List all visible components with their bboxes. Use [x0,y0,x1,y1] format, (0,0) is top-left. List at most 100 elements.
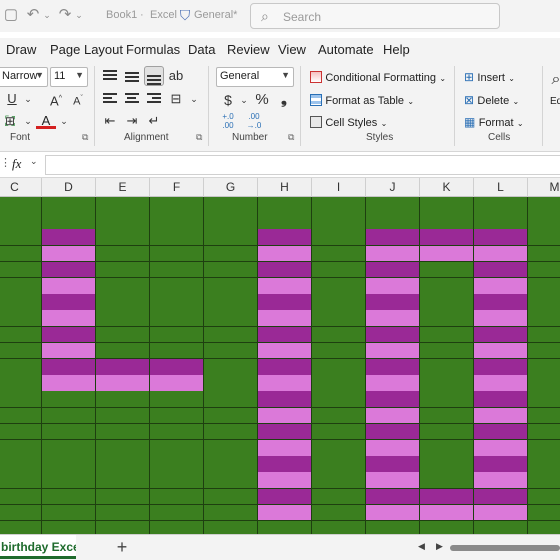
cell[interactable] [420,488,474,506]
cell[interactable] [150,488,204,506]
cell[interactable] [528,278,560,295]
cell[interactable] [420,456,474,473]
scroll-left-icon[interactable]: ◀ [418,541,425,552]
cell[interactable] [528,261,560,279]
cell[interactable] [420,391,474,409]
tab-view[interactable]: View [278,42,306,57]
underline-dropdown-icon[interactable]: ⌄ [18,89,38,109]
cell[interactable] [204,440,258,457]
cell[interactable] [366,488,420,506]
sheet-tab[interactable]: birthday Excel [0,535,76,559]
cell[interactable] [528,326,560,344]
cell[interactable] [42,440,96,457]
cell[interactable] [258,391,312,409]
cell[interactable] [420,472,474,490]
cell[interactable] [420,342,474,360]
cell[interactable] [312,294,366,311]
cell[interactable] [366,197,420,214]
cell[interactable] [258,504,312,522]
decrease-indent-icon[interactable]: ⇤ [100,111,120,131]
cell[interactable] [204,375,258,392]
cell[interactable] [0,440,42,457]
cell[interactable] [366,423,420,441]
format-button[interactable]: ▦ Format ⌄ [464,115,524,129]
cell[interactable] [0,197,42,214]
cell[interactable] [366,440,420,457]
cell[interactable] [204,423,258,441]
cell[interactable] [42,278,96,295]
column-header-d[interactable]: D [42,178,96,197]
cell[interactable] [366,407,420,425]
cell[interactable] [150,504,204,522]
cell[interactable] [96,326,150,344]
cell[interactable] [150,440,204,457]
cell[interactable] [96,278,150,295]
orientation-icon[interactable]: ab [166,66,186,86]
horizontal-scrollbar[interactable]: ◀ ▶ [414,541,560,555]
cell[interactable] [420,407,474,425]
cell[interactable] [0,456,42,473]
cell[interactable] [96,310,150,328]
cell[interactable] [42,310,96,328]
currency-dropdown-icon[interactable]: ⌄ [234,90,254,110]
column-header-g[interactable]: G [204,178,258,197]
cell[interactable] [0,310,42,328]
cell[interactable] [258,407,312,425]
cell[interactable] [528,197,560,214]
cell[interactable] [366,326,420,344]
cell[interactable] [474,488,528,506]
align-bottom-icon[interactable] [144,66,164,86]
cell[interactable] [204,391,258,409]
cell[interactable] [312,391,366,409]
cell[interactable] [150,197,204,214]
cell[interactable] [150,391,204,409]
font-name-combo[interactable]: Narrow ▼ [0,67,48,87]
alignment-dialog-launcher-icon[interactable]: ⧉ [196,132,202,143]
cell[interactable] [0,342,42,360]
cell-grid[interactable] [0,197,560,534]
cell[interactable] [420,278,474,295]
cell[interactable] [150,278,204,295]
cell[interactable] [474,472,528,490]
tab-formulas[interactable]: Formulas [126,42,180,57]
cell[interactable] [474,310,528,328]
cell-styles-button[interactable]: Cell Styles ⌄ [310,115,387,129]
cell[interactable] [258,326,312,344]
cell[interactable] [528,229,560,247]
cell[interactable] [42,488,96,506]
cell[interactable] [312,359,366,376]
cell[interactable] [96,213,150,230]
cell[interactable] [0,359,42,376]
cell[interactable] [420,326,474,344]
column-header-m[interactable]: M [528,178,560,197]
fill-color-icon[interactable]: ⛶ [0,111,20,131]
cell[interactable] [150,294,204,311]
merge-dropdown-icon[interactable]: ⌄ [184,89,204,109]
column-header-c[interactable]: C [0,178,42,197]
cell[interactable] [42,521,96,534]
cell[interactable] [204,245,258,263]
cell[interactable] [528,504,560,522]
column-header-e[interactable]: E [96,178,150,197]
merge-center-icon[interactable]: ⊟ [166,89,186,109]
cell[interactable] [474,440,528,457]
cell[interactable] [312,423,366,441]
cell[interactable] [0,245,42,263]
cell[interactable] [312,407,366,425]
cell[interactable] [150,213,204,230]
cell[interactable] [258,213,312,230]
cell[interactable] [312,488,366,506]
cell[interactable] [312,456,366,473]
cell[interactable] [0,326,42,344]
cell[interactable] [258,245,312,263]
cell[interactable] [420,245,474,263]
autosave-toggle-icon[interactable]: ▢ [2,6,20,24]
cell[interactable] [258,229,312,247]
cell[interactable] [366,213,420,230]
cell[interactable] [528,245,560,263]
cell[interactable] [42,456,96,473]
editing-label[interactable]: Ed [550,96,560,107]
cell[interactable] [474,375,528,392]
cell[interactable] [96,423,150,441]
cell[interactable] [312,197,366,214]
